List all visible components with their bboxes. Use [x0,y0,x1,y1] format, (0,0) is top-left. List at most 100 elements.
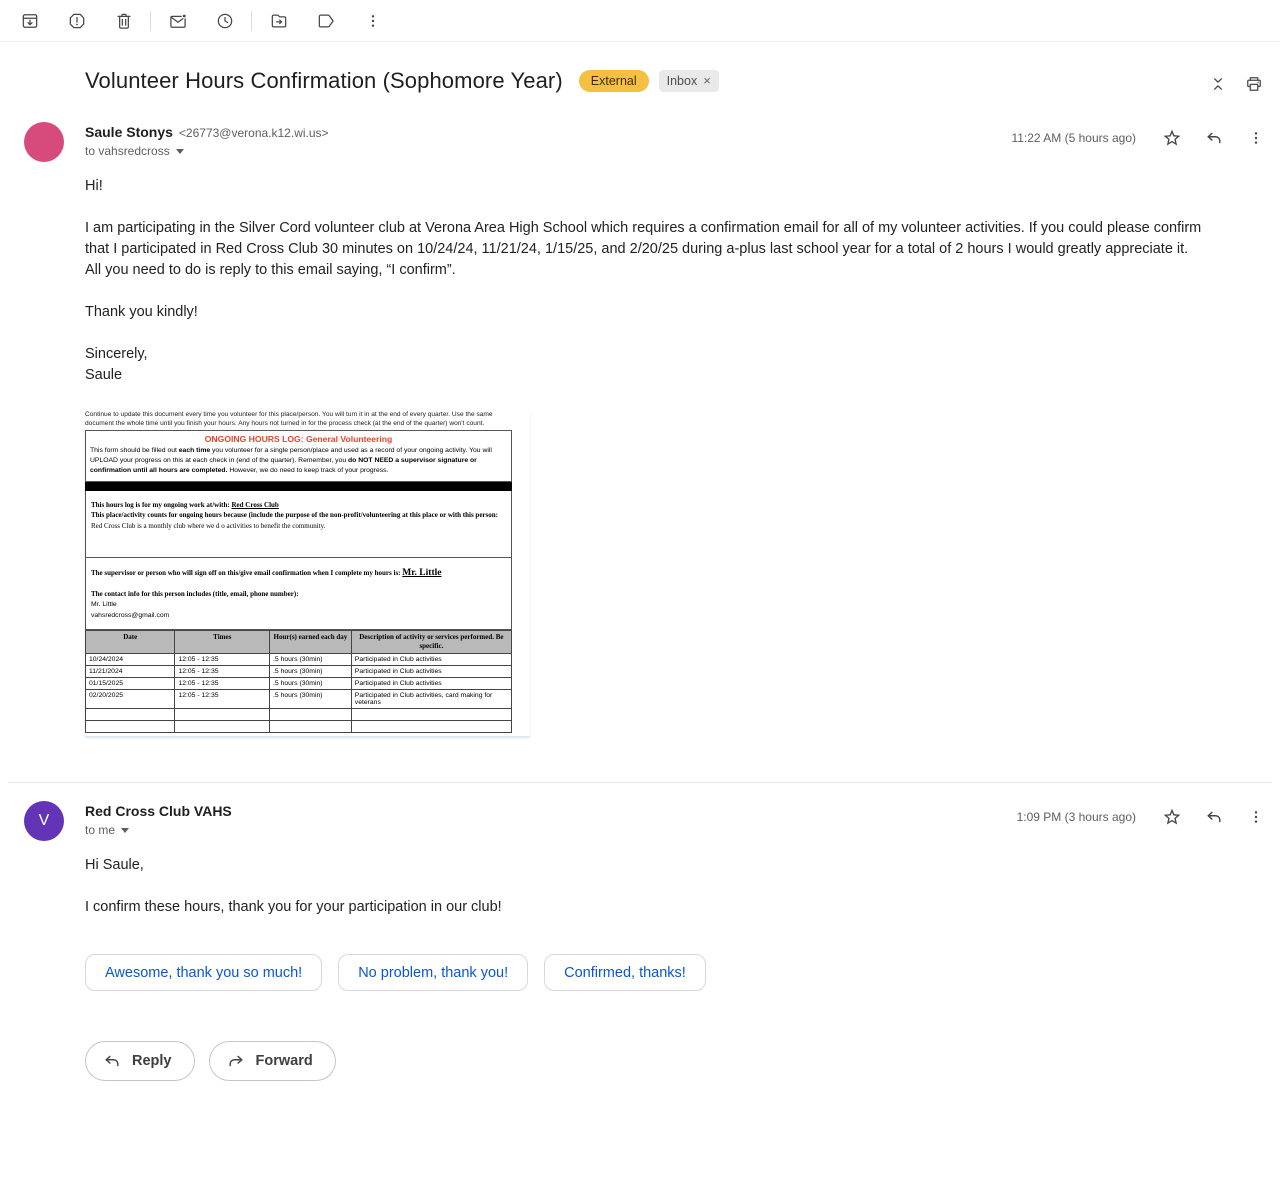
email-subject: Volunteer Hours Confirmation (Sophomore … [85,68,563,93]
delete-button[interactable] [100,0,147,42]
message-1: Saule Stonys <26773@verona.k12.wi.us> to… [0,104,1280,737]
more-vert-icon [363,11,383,31]
message-2: V Red Cross Club VAHS to me 1:09 PM (3 h… [0,783,1280,1082]
doc-title: ONGOING HOURS LOG: General Volunteering [204,434,393,445]
mark-unread-button[interactable] [154,0,201,42]
star-icon [1162,128,1182,148]
thread-actions: Reply Forward [85,1041,1280,1082]
doc-purpose-box: This hours log is for my ongoing work at… [85,490,512,559]
attached-document-image[interactable]: Continue to update this document every t… [84,410,530,737]
smart-reply-chip-3[interactable]: Confirmed, thanks! [544,954,706,992]
cell-times: 12:05 - 12:35 [174,665,271,679]
chevron-down-icon [121,828,130,834]
body-paragraph: Thank you kindly! [85,304,198,320]
message-2-body: Hi Saule, I confirm these hours, thank y… [85,855,1210,918]
forward-action-button[interactable]: Forward [208,1041,336,1082]
sender-name: Red Cross Club VAHS [85,803,232,820]
chevron-down-icon [175,149,184,154]
recipient-details-toggle[interactable]: to me [85,823,130,838]
cell-times: 12:05 - 12:35 [174,689,271,710]
cell-date: 11/21/2024 [84,665,176,679]
doc-black-bar [85,481,512,491]
printer-icon [1244,74,1264,94]
signoff: Sincerely, [85,346,148,362]
inbox-label-chip[interactable]: Inbox × [658,70,719,92]
body-paragraph: All you need to do is reply to this emai… [85,262,456,278]
toolbar-divider [251,10,252,31]
doc-supervisor-box: The supervisor or person who will sign o… [85,558,512,631]
avatar-letter: V [38,812,50,830]
report-spam-button[interactable] [53,0,100,42]
star-button[interactable] [1160,805,1184,829]
table-row: 01/15/2025 12:05 - 12:35 .5 hours (30min… [84,677,513,691]
label-tag-icon [316,11,336,31]
smart-reply-chip-1[interactable]: Awesome, thank you so much! [85,954,323,992]
reply-button[interactable] [1202,805,1226,829]
recipient-text: to vahsredcross [85,144,170,158]
sender-avatar[interactable] [24,122,64,162]
clock-icon [215,11,235,31]
doc-work-with-line: This hours log is for my ongoing work at… [91,500,279,509]
recipient-text: to me [85,823,116,838]
mark-unread-icon [168,11,188,31]
message-timestamp: 11:22 AM (5 hours ago) [1011,131,1136,145]
sender-email: <26773@verona.k12.wi.us> [178,126,329,140]
reply-arrow-icon [102,1051,122,1071]
cell-description: Participated in Club activities [350,665,513,679]
labels-button[interactable] [302,0,349,42]
archive-button[interactable] [6,0,53,42]
cell-description: Participated in Club activities [350,653,513,667]
move-to-button[interactable] [255,0,302,42]
cell-hours: .5 hours (30min) [269,653,352,667]
cell-date: 10/24/2024 [84,653,176,667]
hours-table-header-row: Date Times Hour(s) earned each day Descr… [84,630,513,655]
message-1-header: Saule Stonys <26773@verona.k12.wi.us> to… [0,104,1280,162]
cell-date: 01/15/2025 [84,677,176,691]
toolbar-divider [150,10,151,31]
cell-times: 12:05 - 12:35 [174,677,271,691]
table-row: 11/21/2024 12:05 - 12:35 .5 hours (30min… [84,665,513,679]
more-vert-icon [1246,128,1266,148]
cell-hours: .5 hours (30min) [269,689,352,710]
cell-description: Participated in Club activities [350,677,513,691]
cell-hours: .5 hours (30min) [269,677,352,691]
doc-intro-box: ONGOING HOURS LOG: General Volunteering … [85,430,512,482]
sender-avatar[interactable]: V [24,801,64,842]
message-more-button[interactable] [1244,805,1268,829]
body-paragraph: I am participating in the Silver Cord vo… [85,220,1202,257]
message-timestamp: 1:09 PM (3 hours ago) [1016,810,1136,825]
star-button[interactable] [1160,126,1184,150]
inbox-label-text: Inbox [666,74,698,88]
snooze-button[interactable] [201,0,248,42]
forward-label: Forward [255,1053,313,1070]
doc-counts-line: This place/activity counts for ongoing h… [91,511,498,530]
message-1-body: Hi! I am participating in the Silver Cor… [85,176,1210,386]
trash-icon [114,11,134,31]
reply-button[interactable] [1202,126,1226,150]
more-options-button[interactable] [349,0,396,42]
doc-contact-label: The contact info for this person include… [91,590,299,599]
cell-times: 12:05 - 12:35 [174,653,271,667]
remove-label-icon[interactable]: × [703,70,711,92]
print-button[interactable] [1242,72,1266,96]
email-toolbar [0,0,1280,42]
archive-icon [20,11,40,31]
message-2-header: V Red Cross Club VAHS to me 1:09 PM (3 h… [0,783,1280,842]
recipient-details-toggle[interactable]: to vahsredcross [85,144,184,158]
collapse-all-button[interactable] [1206,72,1230,96]
col-header-hours: Hour(s) earned each day [269,630,352,655]
hours-log-table: Date Times Hour(s) earned each day Descr… [84,630,513,734]
reply-arrow-icon [1204,807,1224,827]
cell-hours: .5 hours (30min) [269,665,352,679]
doc-contact-name: Mr. Little [91,601,117,609]
message-more-button[interactable] [1244,126,1268,150]
reply-action-button[interactable]: Reply [85,1041,195,1082]
collapse-all-icon [1208,74,1228,94]
col-header-description: Description of activity or services perf… [350,630,513,655]
subject-row: Volunteer Hours Confirmation (Sophomore … [0,42,1280,104]
cell-description: Participated in Club activities, card ma… [350,689,513,710]
sender-name: Saule Stonys [85,124,173,140]
reply-label: Reply [132,1053,172,1070]
body-paragraph: I confirm these hours, thank you for you… [85,899,502,916]
smart-reply-chip-2[interactable]: No problem, thank you! [338,954,529,992]
